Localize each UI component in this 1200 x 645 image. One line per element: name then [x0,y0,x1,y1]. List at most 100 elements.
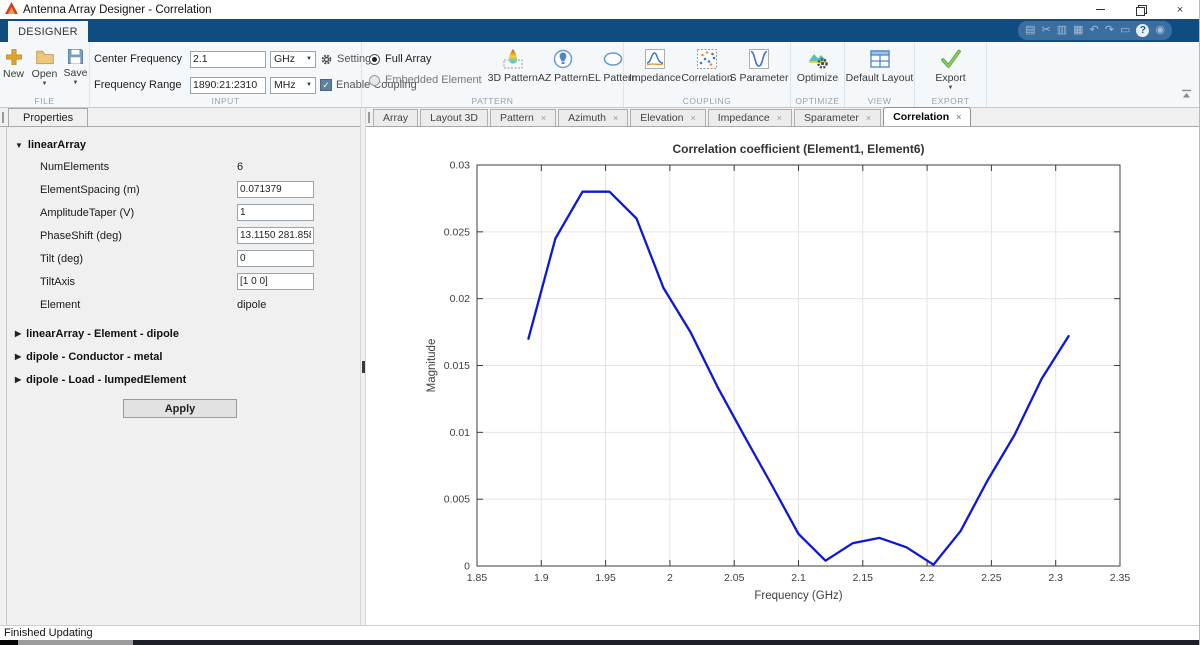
save-caret-icon: ▼ [73,80,79,86]
svg-text:2.1: 2.1 [791,572,806,584]
close-tab-icon[interactable]: × [777,113,782,123]
close-tab-icon[interactable]: × [956,112,961,122]
ribbon-filler [987,42,1200,107]
tab-azimuth[interactable]: Azimuth× [558,109,628,126]
el-pattern-icon [601,47,625,71]
svg-text:2.3: 2.3 [1048,572,1063,584]
radio-unselected-icon [369,75,380,86]
undo-icon[interactable]: ↶ [1090,25,1099,36]
frequency-range-label: Frequency Range [94,79,186,91]
panel-grip-icon[interactable] [2,112,4,123]
save-icon[interactable]: ▤ [1025,25,1035,36]
section-load-lumpedelement[interactable]: ▶ dipole - Load - lumpedElement [7,368,360,391]
input-group-label: INPUT [90,96,361,106]
export-group-label: EXPORT [915,96,986,106]
embedded-element-radio[interactable]: Embedded Element [369,74,482,86]
tab-impedance[interactable]: Impedance× [708,109,792,126]
copy-icon[interactable]: ▥ [1057,25,1067,36]
restore-button[interactable] [1120,0,1160,19]
statusbar: Finished Updating [0,625,1200,640]
panel-grip-icon[interactable] [368,112,370,123]
tab-elevation[interactable]: Elevation× [630,109,705,126]
close-tab-icon[interactable]: × [691,113,696,123]
save-floppy-icon [66,47,85,66]
unit-caret-icon: ▼ [306,82,312,88]
prop-row-tiltaxis: TiltAxis [7,270,360,293]
apply-button[interactable]: Apply [123,399,237,418]
tab-designer[interactable]: DESIGNER [8,21,88,42]
view-group-label: VIEW [845,96,914,106]
redo-icon[interactable]: ↷ [1105,25,1114,36]
center-frequency-unit-select[interactable]: GHz ▼ [270,51,316,68]
prop-row-element: Element dipole [7,293,360,316]
svg-text:Correlation coefficient (Eleme: Correlation coefficient (Element1, Eleme… [672,142,924,156]
export-check-icon [939,47,963,71]
open-caret-icon: ▼ [42,81,48,87]
close-tab-icon[interactable]: × [541,113,546,123]
globe-icon[interactable]: ◉ [1155,25,1165,36]
gear-icon [320,53,333,66]
svg-text:2.15: 2.15 [853,572,874,584]
splitter-handle[interactable] [362,361,365,373]
ribbon-group-input: Center Frequency GHz ▼ Settings Frequenc… [90,42,362,107]
pattern-group-label: PATTERN [362,96,623,106]
close-button[interactable]: × [1160,0,1200,19]
help-icon[interactable]: ? [1136,24,1149,37]
tab-sparameter[interactable]: Sparameter× [794,109,881,126]
close-tab-icon[interactable]: × [613,113,618,123]
tab-pattern[interactable]: Pattern× [490,109,556,126]
center-frequency-label: Center Frequency [94,53,186,65]
cut-icon[interactable]: ✂ [1042,25,1051,36]
tab-array[interactable]: Array [373,109,418,126]
status-text: Finished Updating [4,627,93,639]
svg-text:0.03: 0.03 [450,160,471,172]
elementspacing-input[interactable] [237,181,314,198]
default-layout-icon [868,47,892,71]
antenna-array-designer-window: Antenna Array Designer - Correlation × D… [0,0,1200,645]
unit-caret-icon: ▼ [306,56,312,62]
svg-text:0.02: 0.02 [450,293,471,305]
checkbox-checked-icon: ✓ [320,79,332,91]
prop-row-phaseshift: PhaseShift (deg) [7,224,360,247]
prop-row-amplitudetaper: AmplitudeTaper (V) [7,201,360,224]
svg-text:0.01: 0.01 [450,427,471,439]
expanded-triangle-icon: ▼ [15,141,23,150]
paste-icon[interactable]: ▦ [1073,25,1083,36]
minimize-button[interactable] [1080,0,1120,19]
file-group-label: FILE [0,96,89,106]
section-lineararray[interactable]: ▼ linearArray [7,135,360,155]
amplitudetaper-input[interactable] [237,204,314,221]
correlation-icon [695,47,719,71]
app-logo-icon [5,2,18,17]
frequency-range-input[interactable] [190,77,266,94]
window-title: Antenna Array Designer - Correlation [23,4,212,16]
tab-correlation[interactable]: Correlation× [883,107,971,126]
center-frequency-input[interactable] [190,51,266,68]
phaseshift-input[interactable] [237,227,314,244]
svg-text:2.25: 2.25 [981,572,1002,584]
close-tab-icon[interactable]: × [866,113,871,123]
tiltaxis-input[interactable] [237,273,314,290]
ribbon-group-pattern: Full Array Embedded Element 3D Pattern [362,42,624,107]
svg-text:0: 0 [464,561,470,573]
plot-panel: Array Layout 3D Pattern× Azimuth× Elevat… [366,108,1200,625]
properties-body: ▼ linearArray NumElements 6 ElementSpaci… [7,127,360,625]
section-conductor-metal[interactable]: ▶ dipole - Conductor - metal [7,345,360,368]
correlation-chart: 1.851.91.9522.052.12.152.22.252.32.3500.… [366,127,1200,625]
layout-window-icon[interactable]: ▭ [1120,25,1130,36]
radio-selected-icon [369,54,380,65]
frequency-range-unit-select[interactable]: MHz ▼ [270,77,316,94]
full-array-radio[interactable]: Full Array [369,53,482,65]
quick-access-toolbar: ▤ ✂ ▥ ▦ ↶ ↷ ▭ ? ◉ [1018,21,1172,40]
ribbon-group-coupling: Impedance Correlation S Parameter COUPLI… [624,42,791,107]
tab-properties[interactable]: Properties [8,108,88,126]
collapsed-triangle-icon: ▶ [15,375,21,384]
collapse-ribbon-icon[interactable] [1181,88,1192,102]
tilt-input[interactable] [237,250,314,267]
tab-layout-3d[interactable]: Layout 3D [420,109,488,126]
section-element-dipole[interactable]: ▶ linearArray - Element - dipole [7,322,360,345]
svg-text:1.95: 1.95 [595,572,616,584]
export-caret-icon: ▼ [948,85,954,91]
properties-panel: Properties ▼ linearArray NumElements 6 E… [0,108,360,625]
svg-text:1.85: 1.85 [467,572,488,584]
